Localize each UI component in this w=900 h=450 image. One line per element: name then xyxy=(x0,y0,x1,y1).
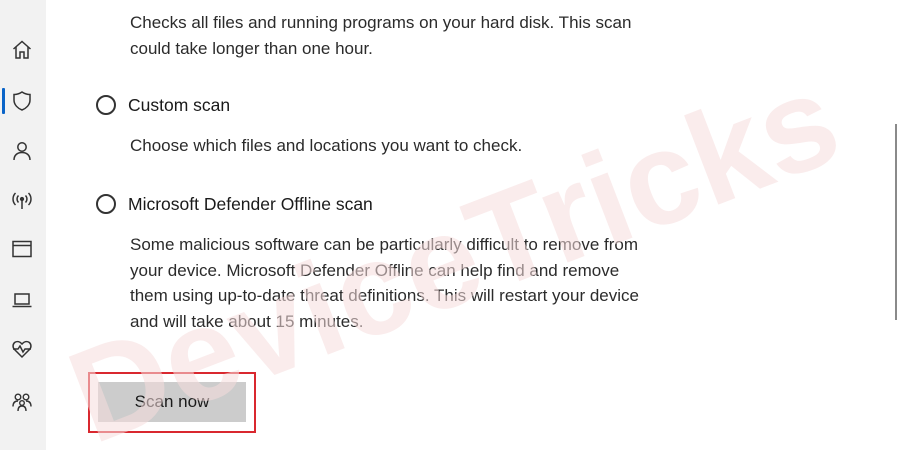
offline-scan-description: Some malicious software can be particula… xyxy=(130,232,639,334)
person-icon[interactable] xyxy=(10,139,34,163)
full-scan-description-line: could take longer than one hour. xyxy=(130,38,373,58)
heart-pulse-icon[interactable] xyxy=(10,337,34,361)
full-scan-description-line: Checks all files and running programs on… xyxy=(130,13,632,32)
laptop-icon[interactable] xyxy=(10,288,34,312)
offline-scan-description-line: them using up-to-date threat definitions… xyxy=(130,286,639,305)
wireless-icon[interactable] xyxy=(10,189,34,213)
custom-scan-radio[interactable] xyxy=(96,95,116,115)
home-icon[interactable] xyxy=(10,38,34,62)
custom-scan-label: Custom scan xyxy=(128,94,231,115)
shield-icon[interactable] xyxy=(10,89,34,113)
sidebar xyxy=(0,0,46,450)
custom-scan-description-line: Choose which files and locations you wan… xyxy=(130,136,523,155)
offline-scan-description-line: Some malicious software can be particula… xyxy=(130,235,638,254)
active-indicator xyxy=(2,88,5,114)
scrollbar-thumb[interactable] xyxy=(895,124,897,320)
custom-scan-description: Choose which files and locations you wan… xyxy=(130,133,522,159)
offline-scan-description-line: your device. Microsoft Defender Offline … xyxy=(130,260,620,280)
offline-scan-option[interactable]: Microsoft Defender Offline scan xyxy=(96,191,373,217)
window-icon[interactable] xyxy=(10,237,34,261)
offline-scan-label: Microsoft Defender Offline scan xyxy=(128,193,373,214)
scan-now-button[interactable]: Scan now xyxy=(98,382,246,422)
offline-scan-description-line: and will take about 15 minutes. xyxy=(130,311,364,331)
main-content: Checks all files and running programs on… xyxy=(46,0,900,450)
custom-scan-option[interactable]: Custom scan xyxy=(96,92,230,118)
full-scan-description: Checks all files and running programs on… xyxy=(130,10,631,61)
offline-scan-radio[interactable] xyxy=(96,194,116,214)
family-icon[interactable] xyxy=(10,390,34,414)
